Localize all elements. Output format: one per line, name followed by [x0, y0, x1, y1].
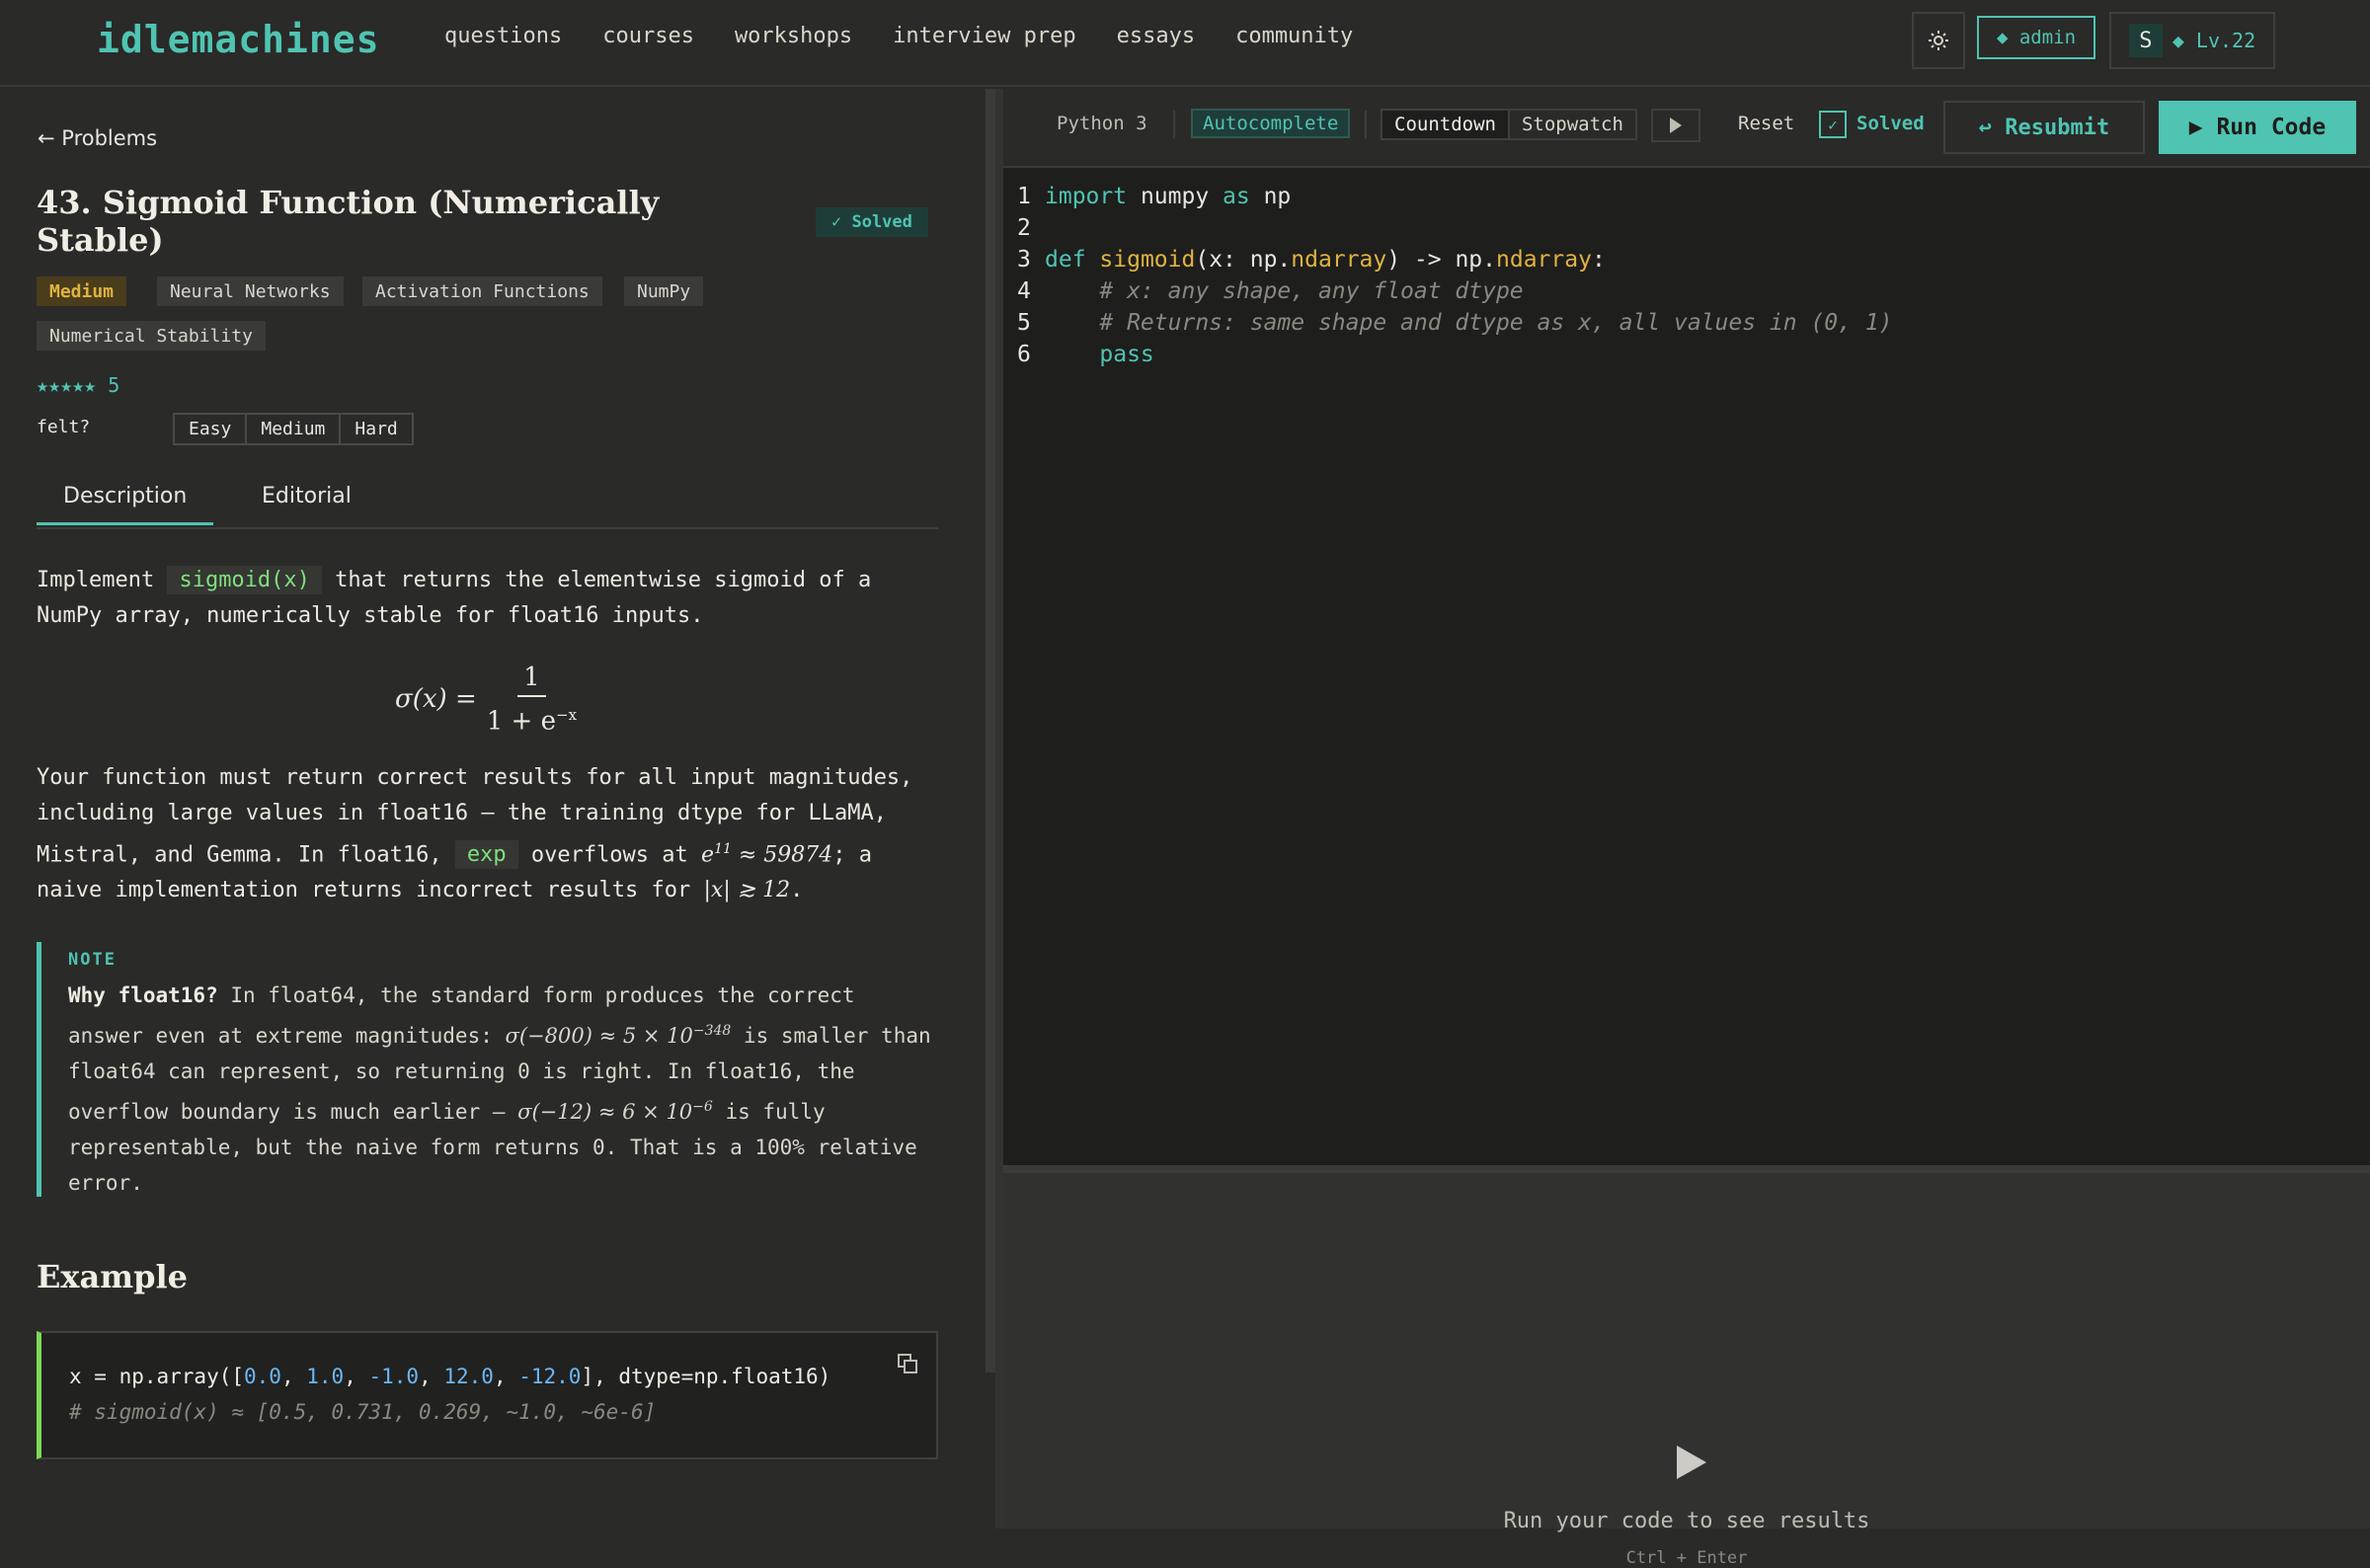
run-shortcut: Ctrl + Enter [1625, 1548, 1748, 1568]
felt-medium-button[interactable]: Medium [247, 415, 342, 443]
math-threshold: |x| ≳ 12 [703, 878, 791, 903]
math-overflow-value: ≈ 59874 [731, 842, 833, 868]
note-text: Why float16? In float64, the standard fo… [68, 978, 937, 1201]
solved-badge: ✓ Solved [816, 207, 928, 237]
timer-start-button[interactable] [1651, 109, 1700, 142]
editor-output-splitter[interactable] [1003, 1165, 2370, 1173]
note-bold: Why float16? [68, 983, 218, 1007]
details-text-d: . [790, 878, 804, 903]
example-code-line: x = np.array([0.0, 1.0, -1.0, 12.0, -12.… [69, 1365, 831, 1388]
note-math-1: σ(−800) ≈ 5 × 10 [505, 1024, 693, 1048]
problem-title: 43. Sigmoid Function (Numerically Stable… [37, 184, 660, 259]
language-selector[interactable]: Python 3 [1057, 113, 1147, 134]
problem-intro: Implement sigmoid(x) that returns the el… [37, 563, 938, 634]
note-math-2: σ(−12) ≈ 6 × 10 [517, 1100, 693, 1124]
formula-lhs: σ(x) = [395, 684, 477, 715]
example-code-block: x = np.array([0.0, 1.0, -1.0, 12.0, -12.… [37, 1331, 938, 1459]
theme-toggle-button[interactable] [1912, 12, 1965, 69]
nav-essays[interactable]: essays [1117, 24, 1195, 48]
play-icon [1670, 118, 1682, 133]
inline-code-sigmoid: sigmoid(x) [167, 566, 322, 594]
toolbar-divider-2 [1365, 111, 1367, 138]
top-bar: idlemachines questions courses workshops… [0, 0, 2370, 87]
note-math-1-exp: −348 [692, 1023, 732, 1039]
code-line: 3 def sigmoid(x: np.ndarray) -> np.ndarra… [1017, 247, 1606, 273]
tag-neural-networks[interactable]: Neural Networks [157, 276, 344, 306]
main-nav: questions courses workshops interview pr… [444, 24, 1353, 48]
problem-tabs: Description Editorial [37, 484, 938, 529]
site-logo[interactable]: idlemachines [97, 18, 380, 61]
inline-code-exp: exp [454, 840, 518, 870]
tab-description[interactable]: Description [37, 484, 214, 525]
nav-interview-prep[interactable]: interview prep [893, 24, 1075, 48]
copy-icon[interactable] [897, 1353, 918, 1374]
nav-community[interactable]: community [1235, 24, 1353, 48]
problem-panel: ← Problems 43. Sigmoid Function (Numeric… [0, 89, 988, 1529]
details-text-b: overflows at [517, 842, 702, 868]
formula-den-exp: −x [556, 706, 578, 724]
timer-mode-toggle: Countdown Stopwatch [1381, 109, 1637, 140]
formula-denominator: 1 + e−x [487, 697, 577, 740]
countdown-button[interactable]: Countdown [1382, 111, 1508, 138]
sun-icon [1929, 31, 1948, 50]
felt-label: felt? [37, 417, 91, 437]
resubmit-button[interactable]: ↩ Resubmit [1943, 101, 2145, 154]
level-badge: ◆ Lv.22 [2172, 29, 2256, 52]
rating-stars[interactable]: ★★★★★ 5 [37, 373, 119, 397]
stopwatch-button[interactable]: Stopwatch [1507, 111, 1635, 138]
user-menu[interactable]: S ◆ Lv.22 [2109, 12, 2275, 69]
note-math-2-exp: −6 [692, 1099, 713, 1115]
difficulty-badge: Medium [37, 276, 127, 306]
code-line: 2 [1017, 215, 1031, 241]
sigmoid-formula: σ(x) = 1 1 + e−x [395, 660, 577, 740]
autocomplete-toggle[interactable]: Autocomplete [1191, 109, 1351, 138]
code-editor[interactable]: 1 import numpy as np 2 3 def sigmoid(x: np… [1003, 168, 2370, 1165]
code-line: 4 # x: any shape, any float dtype [1017, 278, 1524, 304]
example-comment: # sigmoid(x) ≈ [0.5, 0.731, 0.269, ~1.0,… [69, 1400, 657, 1424]
formula-fraction: 1 1 + e−x [487, 660, 577, 740]
felt-easy-button[interactable]: Easy [175, 415, 248, 443]
editor-panel: Python 3 Autocomplete Countdown Stopwatc… [1003, 89, 2370, 1568]
formula-den-base: 1 + e [486, 706, 556, 737]
avatar: S [2128, 24, 2163, 57]
editor-toolbar: Python 3 Autocomplete Countdown Stopwatc… [1003, 89, 2370, 168]
tab-editorial[interactable]: Editorial [262, 484, 352, 509]
solved-label: Solved [1856, 113, 1925, 134]
math-e-exp: 11 [714, 841, 732, 857]
code-line: 1 import numpy as np [1017, 184, 1292, 209]
admin-button[interactable]: ◆ admin [1977, 16, 2095, 59]
panel-divider[interactable] [995, 89, 1003, 1529]
reset-button[interactable]: Reset [1738, 113, 1794, 134]
problem-details: Your function must return correct result… [37, 760, 938, 908]
tag-numerical-stability[interactable]: Numerical Stability [37, 321, 266, 351]
intro-text: Implement [37, 568, 168, 592]
nav-workshops[interactable]: workshops [735, 24, 852, 48]
run-hint: Run your code to see results [1503, 1509, 1870, 1533]
formula-numerator: 1 [517, 660, 546, 697]
felt-difficulty-selector: Easy Medium Hard [173, 413, 414, 445]
nav-courses[interactable]: courses [602, 24, 694, 48]
solved-checkbox[interactable]: ✓ [1819, 111, 1847, 138]
output-panel: Run your code to see results Ctrl + Ente… [1003, 1173, 2370, 1568]
note-callout: NOTE Why float16? In float64, the standa… [37, 942, 938, 1197]
code-line: 6 pass [1017, 342, 1154, 367]
note-label: NOTE [68, 950, 117, 970]
example-heading: Example [37, 1258, 188, 1295]
tag-numpy[interactable]: NumPy [624, 276, 704, 306]
code-line: 5 # Returns: same shape and dtype as x, … [1017, 310, 1893, 336]
toolbar-divider [1173, 111, 1175, 138]
left-scrollbar[interactable] [986, 89, 995, 1372]
back-to-problems-link[interactable]: ← Problems [38, 126, 157, 150]
tag-activation-functions[interactable]: Activation Functions [362, 276, 602, 306]
play-icon [1677, 1446, 1706, 1479]
math-e: e [701, 842, 715, 868]
felt-hard-button[interactable]: Hard [341, 415, 411, 443]
nav-questions[interactable]: questions [444, 24, 562, 48]
run-code-button[interactable]: ▶ Run Code [2159, 101, 2356, 154]
